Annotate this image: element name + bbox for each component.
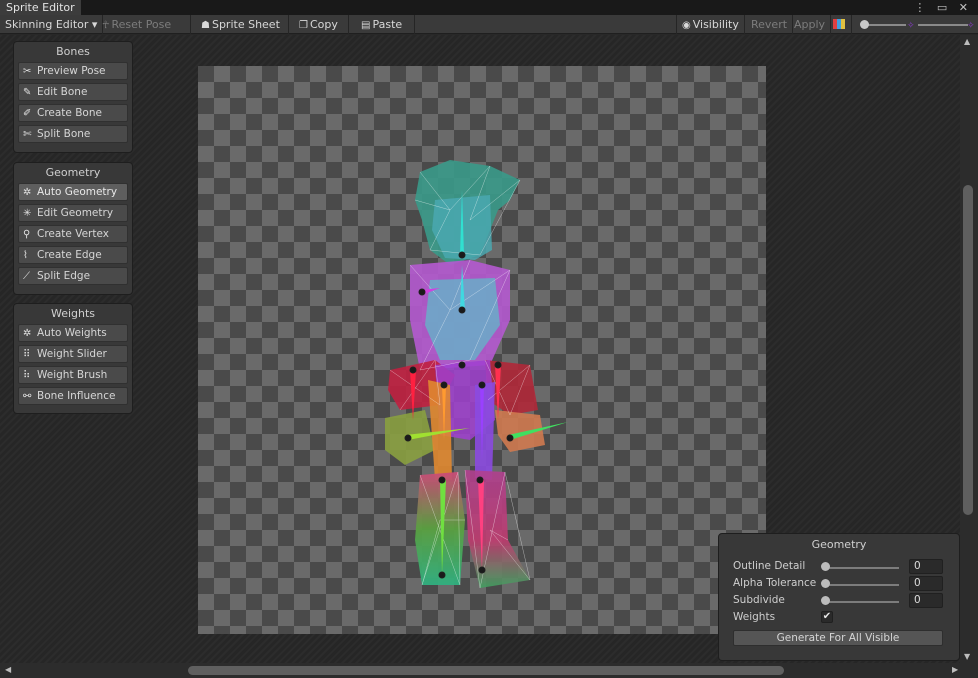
- color-palette-icon: [833, 19, 845, 29]
- paste-button[interactable]: ▤ Paste: [349, 15, 415, 34]
- tool-label: Auto Geometry: [37, 186, 118, 198]
- split-edge-icon: ⟋: [23, 271, 30, 282]
- sprite-sheet-icon: ☗: [201, 20, 210, 31]
- paste-icon: ▤: [361, 20, 371, 31]
- bones-panel: Bones ✂ Preview Pose ✎ Edit Bone ✐ Create Bon…: [13, 41, 133, 153]
- toolbar: Skinning Editor ▾ ☥ Reset Pose ☗ Sprite Sh…: [0, 15, 978, 34]
- vertical-scrollbar[interactable]: ▲ ▼: [960, 35, 978, 663]
- weight-brush-icon: ⠷: [23, 370, 31, 381]
- geometry-panel-title: Geometry: [45, 166, 101, 179]
- color-mode-button[interactable]: [828, 15, 852, 34]
- create-bone-icon: ✐: [23, 108, 32, 119]
- alpha-tolerance-knob[interactable]: [821, 579, 830, 588]
- split-edge-button[interactable]: ⟋ Split Edge: [18, 267, 128, 285]
- edit-bone-icon: ✎: [23, 87, 32, 98]
- reset-pose-button[interactable]: ☥ Reset Pose: [97, 15, 191, 34]
- window-controls[interactable]: ⋮ ▭ ✕: [914, 0, 972, 15]
- weights-label: Weights: [733, 611, 776, 623]
- subdivide-row: Subdivide 0: [733, 593, 947, 609]
- alpha-tolerance-row: Alpha Tolerance 0: [733, 576, 947, 592]
- tool-label: Preview Pose: [37, 65, 106, 77]
- copy-button[interactable]: ❐ Copy: [289, 15, 349, 34]
- eye-icon: ◉: [682, 20, 691, 31]
- subdivide-label: Subdivide: [733, 594, 785, 606]
- scroll-up-icon[interactable]: ▲: [964, 37, 970, 46]
- create-vertex-icon: ⚲: [23, 229, 31, 240]
- preview-pose-button[interactable]: ✂ Preview Pose: [18, 62, 128, 80]
- tool-label: Create Bone: [37, 107, 102, 119]
- auto-geometry-icon: ✲: [23, 187, 32, 198]
- create-bone-button[interactable]: ✐ Create Bone: [18, 104, 128, 122]
- sprite-sheet-button[interactable]: ☗ Sprite Sheet: [191, 15, 289, 34]
- outline-detail-input[interactable]: 0: [909, 559, 943, 574]
- auto-weights-icon: ✲: [23, 328, 32, 339]
- geometry-settings-panel: Geometry Outline Detail 0 Alpha Toleranc…: [718, 533, 960, 661]
- create-edge-button[interactable]: ⌇ Create Edge: [18, 246, 128, 264]
- bone-influence-icon: ⚯: [23, 391, 32, 402]
- mode-dropdown[interactable]: Skinning Editor ▾: [0, 15, 104, 34]
- alpha-tolerance-label: Alpha Tolerance: [733, 577, 817, 589]
- tool-label: Bone Influence: [37, 390, 116, 402]
- zoom-slider-knob[interactable]: [860, 20, 869, 29]
- tool-label: Create Vertex: [37, 228, 109, 240]
- edit-geometry-icon: ✳: [23, 208, 32, 219]
- preview-pose-icon: ✂: [23, 66, 32, 77]
- subdivide-knob[interactable]: [821, 596, 830, 605]
- alpha-tolerance-slider[interactable]: [825, 584, 899, 586]
- weights-panel-title: Weights: [50, 307, 96, 320]
- vertical-scroll-thumb[interactable]: [963, 185, 973, 515]
- zoom-slider-track-left[interactable]: [864, 24, 906, 26]
- tool-label: Edit Bone: [37, 86, 88, 98]
- auto-geometry-button[interactable]: ✲ Auto Geometry: [18, 183, 128, 201]
- character-sprite-mesh[interactable]: [380, 160, 580, 595]
- weight-brush-button[interactable]: ⠷ Weight Brush: [18, 366, 128, 384]
- outline-detail-knob[interactable]: [821, 562, 830, 571]
- scroll-right-icon[interactable]: ▶: [952, 665, 958, 674]
- visibility-button[interactable]: ◉ Visibility: [676, 15, 745, 34]
- create-vertex-button[interactable]: ⚲ Create Vertex: [18, 225, 128, 243]
- tool-label: Create Edge: [37, 249, 102, 261]
- tool-label: Weight Slider: [37, 348, 107, 360]
- edit-bone-button[interactable]: ✎ Edit Bone: [18, 83, 128, 101]
- subdivide-slider[interactable]: [825, 601, 899, 603]
- tool-label: Split Edge: [37, 270, 91, 282]
- alpha-tolerance-input[interactable]: 0: [909, 576, 943, 591]
- split-bone-icon: ✄: [23, 129, 32, 140]
- edit-geometry-button[interactable]: ✳ Edit Geometry: [18, 204, 128, 222]
- create-edge-icon: ⌇: [23, 250, 28, 261]
- subdivide-input[interactable]: 0: [909, 593, 943, 608]
- window-tab[interactable]: Sprite Editor: [0, 0, 81, 15]
- reset-pose-icon: ☥: [102, 20, 110, 31]
- tool-label: Weight Brush: [37, 369, 108, 381]
- scroll-left-icon[interactable]: ◀: [5, 665, 11, 674]
- weight-slider-button[interactable]: ⠿ Weight Slider: [18, 345, 128, 363]
- tool-label: Edit Geometry: [37, 207, 114, 219]
- window-tab-bar: Sprite Editor ⋮ ▭ ✕: [0, 0, 978, 15]
- horizontal-scrollbar[interactable]: ◀ ▶: [0, 663, 978, 678]
- weight-slider-icon: ⠿: [23, 349, 31, 360]
- split-bone-button[interactable]: ✄ Split Bone: [18, 125, 128, 143]
- opacity-slider-track[interactable]: [918, 24, 968, 26]
- geometry-settings-title: Geometry: [811, 538, 867, 551]
- outline-detail-label: Outline Detail: [733, 560, 806, 572]
- weights-row: Weights ✔: [733, 610, 947, 626]
- bones-panel-title: Bones: [56, 45, 90, 58]
- weights-checkbox[interactable]: ✔: [821, 611, 833, 623]
- bone-influence-button[interactable]: ⚯ Bone Influence: [18, 387, 128, 405]
- auto-weights-button[interactable]: ✲ Auto Weights: [18, 324, 128, 342]
- revert-button[interactable]: Revert: [746, 15, 794, 34]
- copy-icon: ❐: [299, 20, 308, 31]
- tool-label: Auto Weights: [37, 327, 107, 339]
- generate-for-all-visible-button[interactable]: Generate For All Visible: [733, 630, 943, 646]
- tool-label: Split Bone: [37, 128, 91, 140]
- outline-detail-row: Outline Detail 0: [733, 559, 947, 575]
- geometry-panel: Geometry ✲ Auto Geometry ✳ Edit Geometry ⚲ Cr…: [13, 162, 133, 295]
- outline-detail-slider[interactable]: [825, 567, 899, 569]
- apply-button[interactable]: Apply: [789, 15, 832, 34]
- horizontal-scroll-thumb[interactable]: [188, 666, 784, 675]
- weights-panel: Weights ✲ Auto Weights ⠿ Weight Slider ⠷ Weig…: [13, 303, 133, 414]
- scroll-down-icon[interactable]: ▼: [964, 652, 970, 661]
- bone-slider-end-icon: ✧: [967, 21, 975, 31]
- bone-slider-icon: ✧: [907, 21, 915, 31]
